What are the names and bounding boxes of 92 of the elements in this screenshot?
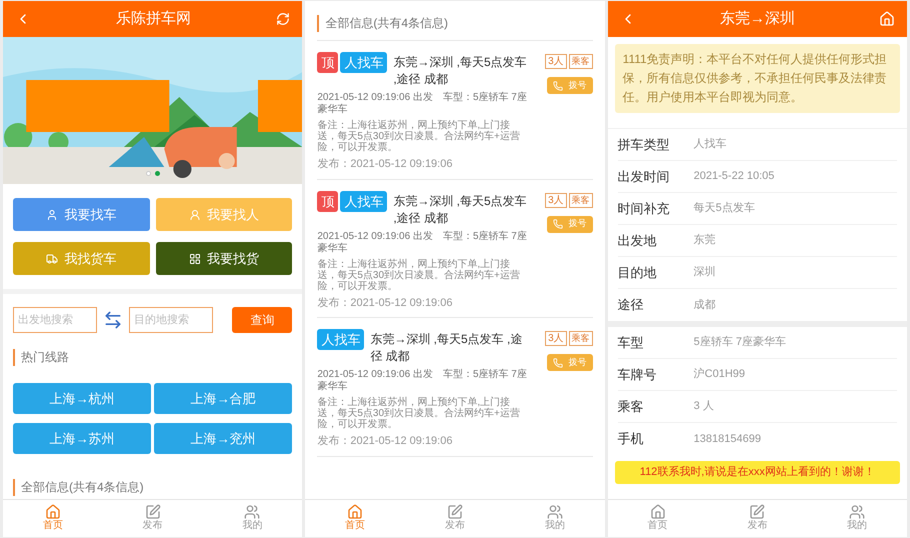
tab-item[interactable]: 我的 [807, 500, 907, 537]
field-value: 人找车 [694, 137, 727, 152]
section-title: 全部信息(共有4条信息) [13, 479, 292, 496]
contact-banner: 112联系我时,请说是在xxx网站上看到的！谢谢！ [614, 461, 900, 484]
pinned-badge: 顶 [317, 52, 338, 73]
type-badge: 人找车 [340, 190, 388, 212]
field-value: 5座轿车 7座豪华车 [694, 334, 786, 350]
user-icon [46, 208, 58, 220]
swap-icon[interactable] [103, 310, 123, 330]
publish-time: 发布：2021-05-12 09:19:06 [317, 296, 454, 310]
depart-info: 2021-05-12 09:19:06 出发 车型：5座轿车 7座豪华车 [317, 92, 528, 116]
field-label: 目的地 [618, 264, 658, 282]
note-text: 备注：上海往返苏州，网上预约下单,上门接送，每天5点30到次日凌晨。合法网约车+运营险，可以开发票。 [317, 397, 521, 430]
route-text[interactable]: 东莞→深圳 ,每天5点发车 ,途径 成都 [393, 52, 529, 88]
route-button[interactable]: 上海→合肥 [154, 383, 292, 414]
field-value: 2021-5-22 10:05 [694, 169, 774, 184]
field-label: 手机 [618, 430, 645, 448]
users-icon [244, 504, 260, 520]
field-value: 13818154699 [694, 432, 761, 447]
tab-item[interactable]: 发布 [707, 500, 808, 537]
tab-item[interactable]: 首页 [305, 500, 406, 537]
publish-time: 发布：2021-05-12 09:19:06 [317, 157, 454, 172]
field-label: 拼车类型 [618, 136, 671, 154]
role-tag: 乘客 [568, 192, 593, 208]
tab-item[interactable]: 我的 [202, 500, 302, 537]
search-button[interactable]: 查询 [232, 307, 292, 333]
call-button[interactable]: 拨号 [546, 354, 593, 371]
tab-item[interactable]: 发布 [102, 500, 203, 537]
field-value: 每天5点发车 [694, 200, 755, 216]
users-icon [849, 504, 866, 520]
role-tag: 乘客 [568, 331, 593, 346]
section-title: 全部信息(共有4条信息) [317, 15, 593, 32]
tab-item[interactable]: 首页 [608, 500, 708, 537]
grid-icon [188, 252, 201, 264]
field-value: 沪C01H99 [694, 366, 746, 382]
home-icon [347, 504, 364, 520]
action-button[interactable]: 我要找车 [13, 198, 150, 231]
edit-icon [447, 504, 463, 520]
publish-time: 发布：2021-05-12 09:19:06 [317, 434, 454, 449]
edit-icon [144, 504, 161, 520]
field-value: 东莞 [694, 232, 716, 248]
phone-icon [552, 219, 563, 229]
action-button[interactable]: 我找货车 [13, 242, 150, 275]
seats-tag: 3人 [545, 192, 567, 208]
action-button[interactable]: 我要找人 [156, 198, 292, 231]
from-search-field[interactable]: 出发地搜索 [13, 307, 97, 333]
page-title: 东莞→深圳 [720, 8, 795, 29]
home-icon [650, 504, 666, 520]
truck-icon [46, 252, 58, 264]
depart-info: 2021-05-12 09:19:06 出发 车型：5座轿车 7座豪华车 [317, 230, 528, 254]
route-button[interactable]: 上海→兖州 [154, 423, 292, 454]
seats-tag: 3人 [545, 54, 567, 69]
phone-icon [552, 80, 563, 90]
phone-icon [552, 358, 563, 368]
route-text[interactable]: 东莞→深圳 ,每天5点发车 ,途径 成都 [370, 329, 529, 365]
field-label: 出发时间 [618, 168, 671, 186]
field-value: 3 人 [694, 399, 714, 414]
action-button[interactable]: 我要找货 [156, 242, 292, 275]
edit-icon [749, 504, 766, 520]
note-text: 备注：上海往返苏州，网上预约下单,上门接送，每天5点30到次日凌晨。合法网约车+运营险，可以开发票。 [317, 120, 521, 153]
field-value: 深圳 [694, 265, 716, 280]
users-icon [546, 504, 563, 520]
section-title: 热门线路 [13, 349, 292, 366]
call-button[interactable]: 拨号 [546, 77, 593, 94]
role-tag: 乘客 [568, 54, 593, 69]
field-value: 成都 [694, 298, 716, 313]
field-label: 途径 [618, 296, 645, 314]
disclaimer-notice: 1111免责声明：本平台不对任何人提供任何形式担保，所有信息仅供参考，不承担任何民事及法律责任。用户使用本平台即视为同意。 [614, 44, 900, 113]
tab-item[interactable]: 我的 [504, 500, 605, 537]
field-label: 时间补充 [618, 200, 671, 218]
field-label: 车型 [618, 334, 645, 352]
route-text[interactable]: 东莞→深圳 ,每天5点发车 ,途径 成都 [393, 190, 529, 226]
user-icon [188, 208, 201, 220]
call-button[interactable]: 拨号 [546, 216, 593, 232]
tab-item[interactable]: 发布 [405, 500, 505, 537]
field-label: 出发地 [618, 232, 658, 250]
depart-info: 2021-05-12 09:19:06 出发 车型：5座轿车 7座豪华车 [317, 369, 528, 393]
pinned-badge: 顶 [317, 190, 338, 212]
field-label: 乘客 [618, 398, 645, 416]
field-label: 车牌号 [618, 366, 658, 384]
home-icon [44, 504, 61, 520]
home-icon[interactable] [878, 11, 895, 27]
type-badge: 人找车 [340, 52, 388, 73]
tab-item[interactable]: 首页 [3, 500, 103, 537]
note-text: 备注：上海往返苏州，网上预约下单,上门接送，每天5点30到次日凌晨。合法网约车+运营险，可以开发票。 [317, 258, 521, 292]
seats-tag: 3人 [545, 331, 567, 346]
refresh-icon[interactable] [276, 12, 290, 26]
route-button[interactable]: 上海→杭州 [13, 383, 152, 414]
type-badge: 人找车 [317, 329, 364, 350]
route-button[interactable]: 上海→苏州 [13, 423, 152, 454]
to-search-field[interactable]: 目的地搜索 [129, 307, 213, 333]
page-title: 乐陈拼车网 [116, 8, 192, 29]
